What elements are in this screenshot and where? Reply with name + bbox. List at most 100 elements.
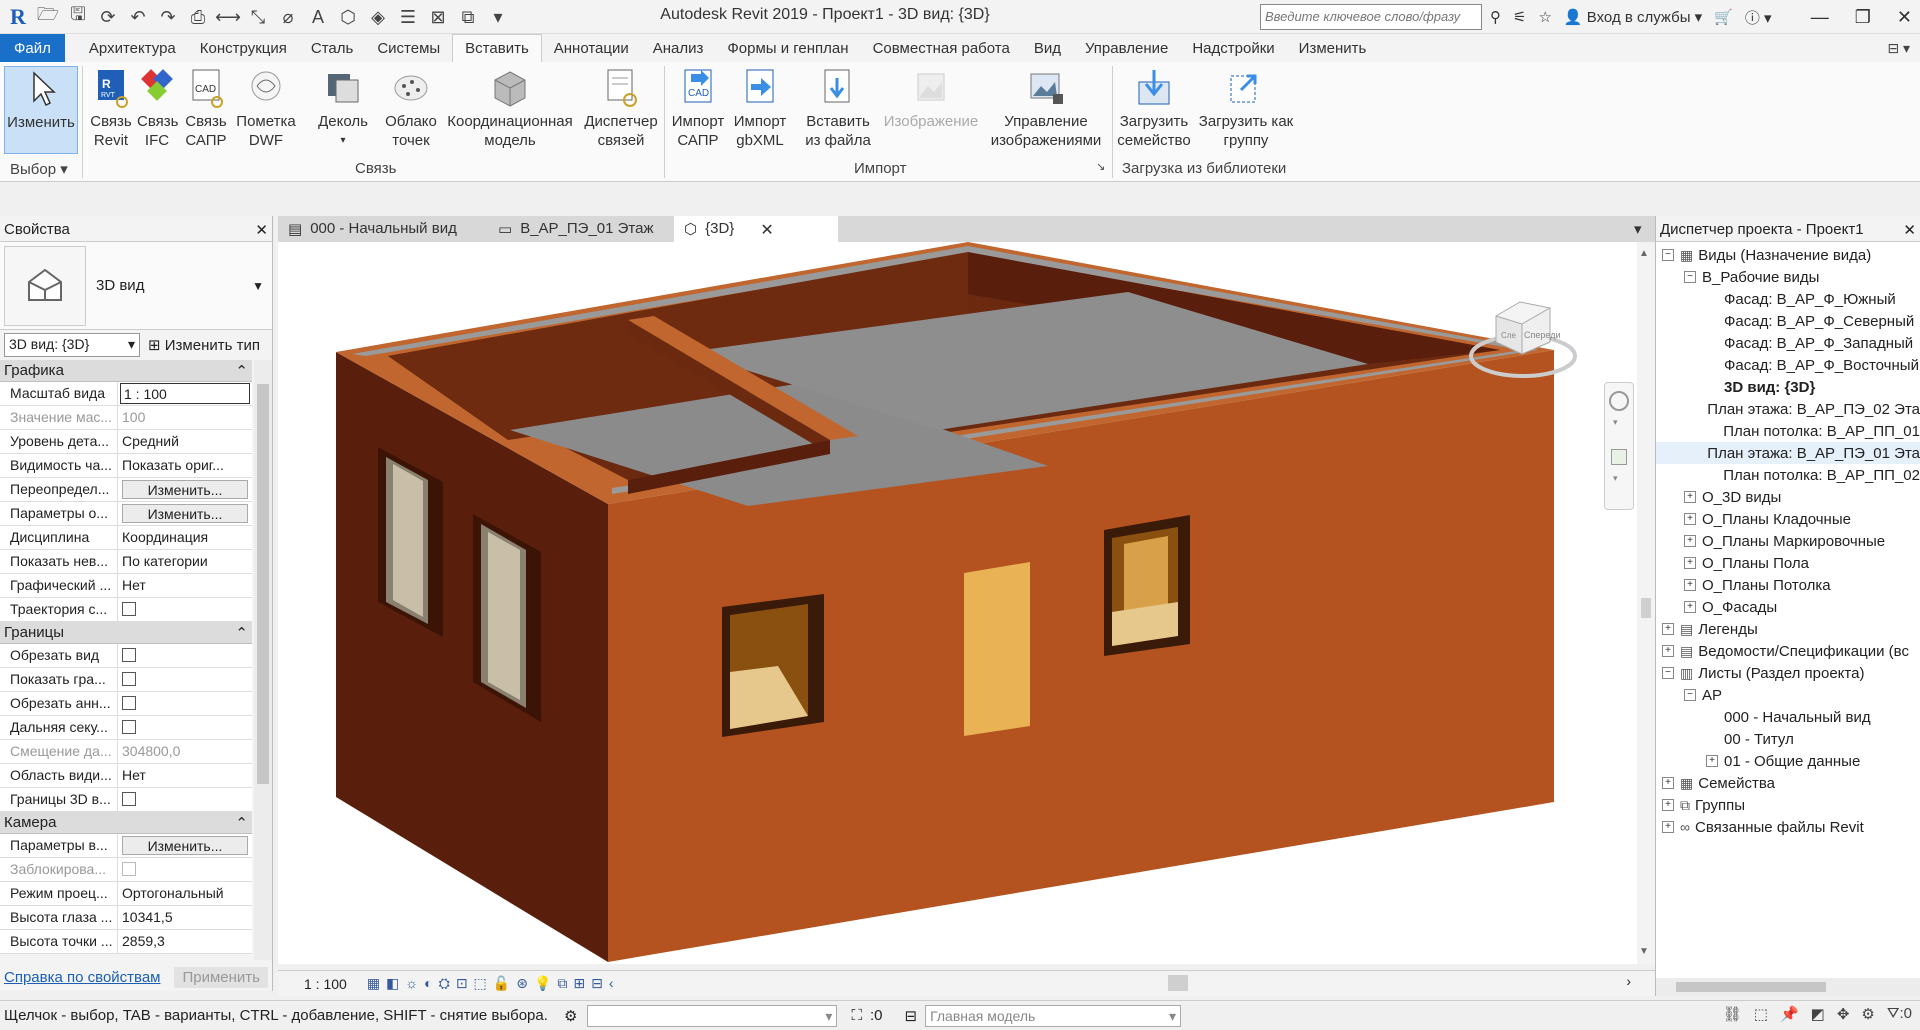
tree-node[interactable]: + О_3D виды xyxy=(1656,486,1920,508)
import-cad-button[interactable]: CAD Импорт САПР xyxy=(668,66,728,150)
tree-node[interactable]: Фасад: В_АР_Ф_Западный xyxy=(1656,332,1920,354)
design-options-icon[interactable]: ⊟ xyxy=(904,1007,917,1025)
worksharing-icon[interactable]: ⧉ xyxy=(557,975,567,992)
chevron-down-icon[interactable]: ▾ xyxy=(1613,417,1618,428)
crop-view-icon[interactable]: ⊡ xyxy=(456,975,468,992)
tab-insert[interactable]: Вставить xyxy=(452,34,542,62)
properties-help-link[interactable]: Справка по свойствам xyxy=(4,969,161,986)
prop-value[interactable]: Средний xyxy=(118,430,252,453)
properties-scrollbar[interactable] xyxy=(254,360,272,960)
prop-value[interactable]: Нет xyxy=(118,764,252,787)
prop-value[interactable]: Координация xyxy=(118,526,252,549)
star-icon[interactable]: ☆ xyxy=(1538,8,1551,26)
expand-icon[interactable]: + xyxy=(1662,799,1674,811)
close-icon[interactable]: ✕ xyxy=(760,220,773,242)
tab-analyze[interactable]: Анализ xyxy=(641,34,716,62)
instance-filter-select[interactable]: 3D вид: {3D} ▾ xyxy=(4,333,140,357)
steering-wheel-icon[interactable] xyxy=(1609,391,1629,411)
tabs-menu-icon[interactable]: ▾ xyxy=(1628,216,1654,242)
sun-path-icon[interactable]: ☼ xyxy=(405,975,418,992)
minimize-icon[interactable]: — xyxy=(1811,7,1829,28)
insert-from-file-button[interactable]: Вставить из файла xyxy=(798,66,878,150)
link-revit-button[interactable]: R RVT Связь Revit xyxy=(86,66,136,150)
tab-collaborate[interactable]: Совместная работа xyxy=(861,34,1022,62)
link-ifc-button[interactable]: Связь IFC xyxy=(136,66,178,150)
unlocked-3d-icon[interactable]: 🔓 xyxy=(493,975,510,992)
tab-massing-site[interactable]: Формы и генплан xyxy=(715,34,860,62)
cart-icon[interactable]: 🛒 xyxy=(1714,8,1733,26)
expand-icon[interactable]: + xyxy=(1684,491,1696,503)
checkbox[interactable] xyxy=(122,672,136,686)
tree-node[interactable]: Фасад: В_АР_Ф_Северный xyxy=(1656,310,1920,332)
tree-node[interactable]: + О_Планы Маркировочные xyxy=(1656,530,1920,552)
select-underlay-icon[interactable]: ⬚ xyxy=(1754,1005,1768,1023)
temp-hide-icon[interactable]: ⊛ xyxy=(516,975,528,992)
graphic-display-edit-button[interactable]: Изменить... xyxy=(122,504,248,523)
render-settings-edit-button[interactable]: Изменить... xyxy=(122,836,248,855)
apply-button[interactable]: Применить xyxy=(174,966,268,988)
tree-node[interactable]: + ∞ Связанные файлы Revit xyxy=(1656,816,1920,838)
filter-icon[interactable]: ⛛:0 xyxy=(1887,1005,1912,1023)
manage-links-button[interactable]: Диспетчер связей xyxy=(582,66,660,150)
checkbox[interactable] xyxy=(122,720,136,734)
help-icon[interactable]: ⓘ ▾ xyxy=(1745,7,1772,28)
binoculars-icon[interactable]: ⚲ xyxy=(1490,8,1501,26)
search-input[interactable]: Введите ключевое слово/фразу xyxy=(1260,4,1482,30)
link-cad-button[interactable]: CAD Связь САПР xyxy=(180,66,232,150)
expand-icon[interactable]: + xyxy=(1662,777,1674,789)
expand-icon[interactable]: + xyxy=(1684,513,1696,525)
expand-icon[interactable]: + xyxy=(1662,821,1674,833)
expand-icon[interactable]: + xyxy=(1684,535,1696,547)
tab-floor-plan[interactable]: ▭ В_АР_ПЭ_01 Этаж xyxy=(488,216,678,242)
close-icon[interactable]: ✕ xyxy=(1903,221,1916,239)
background-process-icon[interactable]: ⚙ xyxy=(1861,1005,1874,1023)
scroll-right-icon[interactable]: › xyxy=(1626,973,1631,989)
decal-button[interactable]: Деколь ▾ xyxy=(306,66,380,150)
tree-node[interactable]: + ⧉ Группы xyxy=(1656,794,1920,816)
prop-value[interactable]: 2859,3 xyxy=(118,930,252,953)
scroll-left-icon[interactable]: ‹ xyxy=(609,975,614,992)
reveal-hidden-icon[interactable]: 💡 xyxy=(534,975,551,992)
tab-architecture[interactable]: Архитектура xyxy=(77,34,188,62)
tab-view[interactable]: Вид xyxy=(1022,34,1073,62)
tree-node[interactable]: + О_Планы Кладочные xyxy=(1656,508,1920,530)
tree-node[interactable]: Фасад: В_АР_Ф_Восточный xyxy=(1656,354,1920,376)
load-family-button[interactable]: Загрузить семейство xyxy=(1116,66,1192,150)
section-camera[interactable]: Камера ⌃ xyxy=(0,812,252,834)
tree-node[interactable]: Фасад: В_АР_Ф_Южный xyxy=(1656,288,1920,310)
markup-dwf-button[interactable]: Пометка DWF xyxy=(234,66,298,150)
panel-import-expand-icon[interactable]: ↘ xyxy=(1096,160,1105,173)
expand-icon[interactable]: + xyxy=(1684,579,1696,591)
select-by-face-icon[interactable]: ◩ xyxy=(1811,1005,1825,1023)
tree-node[interactable]: + О_Планы Потолка xyxy=(1656,574,1920,596)
workset-select[interactable]: ▾ xyxy=(587,1004,838,1027)
tab-structure[interactable]: Конструкция xyxy=(188,34,299,62)
expand-icon[interactable]: + xyxy=(1684,601,1696,613)
point-cloud-button[interactable]: Облако точек xyxy=(382,66,440,150)
tab-steel[interactable]: Сталь xyxy=(299,34,365,62)
ribbon-minimize-icon[interactable]: ⊟ ▾ xyxy=(1887,40,1910,57)
collapse-icon[interactable]: − xyxy=(1684,689,1696,701)
tree-node[interactable]: 3D вид: {3D} xyxy=(1656,376,1920,398)
show-constraints-icon[interactable]: ⊟ xyxy=(591,975,603,992)
checkbox[interactable] xyxy=(122,602,136,616)
prop-value[interactable]: Ортогональный xyxy=(118,882,252,905)
viewcube[interactable]: Сле Спереди xyxy=(1468,286,1578,386)
viewport-vertical-scrollbar[interactable]: ▲ ▼ xyxy=(1637,242,1655,964)
tree-node[interactable]: План потолка: В_АР_ПП_02 xyxy=(1656,464,1920,486)
prop-value[interactable]: 10341,5 xyxy=(118,906,252,929)
expand-icon[interactable]: + xyxy=(1706,755,1718,767)
view-scale-input[interactable]: 1 : 100 xyxy=(120,383,250,404)
tab-manage[interactable]: Управление xyxy=(1073,34,1180,62)
scrollbar-thumb[interactable] xyxy=(1641,598,1651,618)
tree-node[interactable]: − АР xyxy=(1656,684,1920,706)
checkbox[interactable] xyxy=(122,648,136,662)
tree-node[interactable]: + ▤ Легенды xyxy=(1656,618,1920,640)
collapse-icon[interactable]: − xyxy=(1684,271,1696,283)
workset-icon[interactable]: ⚙ xyxy=(564,1007,577,1025)
tree-node[interactable]: − ▥ Листы (Раздел проекта) xyxy=(1656,662,1920,684)
3d-viewport[interactable]: Сле Спереди ▾ ▾ ▲ ▼ xyxy=(278,242,1655,964)
tab-start-view[interactable]: ▤ 000 - Начальный вид xyxy=(278,216,488,242)
prop-value[interactable]: Показать ориг... xyxy=(118,454,252,477)
zoom-icon[interactable] xyxy=(1611,449,1627,465)
